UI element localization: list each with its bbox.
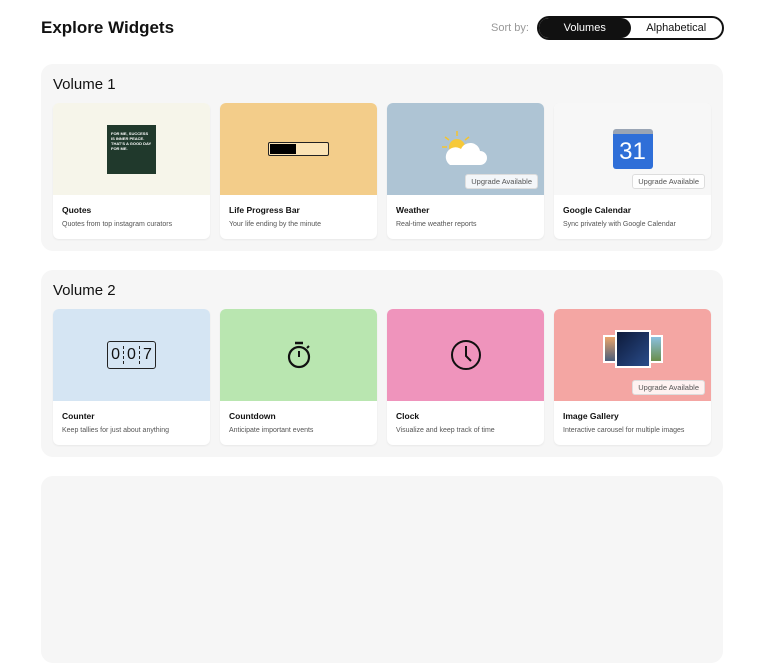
sun-cloud-icon xyxy=(441,131,487,165)
gallery-thumbnail: Upgrade Available xyxy=(554,309,711,401)
upgrade-badge: Upgrade Available xyxy=(465,174,538,189)
stopwatch-icon xyxy=(287,341,310,369)
sort-label: Sort by: xyxy=(491,22,529,34)
widget-card-weather[interactable]: Upgrade Available Weather Real-time weat… xyxy=(387,103,544,239)
widget-desc: Real-time weather reports xyxy=(396,221,477,228)
calendar-icon: 31 xyxy=(612,129,653,169)
widget-card-counter[interactable]: 0 0 7 Counter Keep tallies for just abou… xyxy=(53,309,210,445)
calendar-thumbnail: 31 Upgrade Available xyxy=(554,103,711,195)
counter-icon: 0 0 7 xyxy=(107,341,156,369)
volume-3-section xyxy=(41,476,723,663)
widget-card-life-progress-bar[interactable]: Life Progress Bar Your life ending by th… xyxy=(220,103,377,239)
widget-name: Counter xyxy=(62,411,95,421)
widget-card-quotes[interactable]: FOR ME, SUCCESS IS INNER PEACE. THAT'S A… xyxy=(53,103,210,239)
widget-name: Life Progress Bar xyxy=(229,205,300,215)
clock-thumbnail xyxy=(387,309,544,401)
section-title: Volume 2 xyxy=(53,282,116,299)
volume-1-section: Volume 1 FOR ME, SUCCESS IS INNER PEACE.… xyxy=(41,64,723,251)
counter-thumbnail: 0 0 7 xyxy=(53,309,210,401)
widget-card-countdown[interactable]: Countdown Anticipate important events xyxy=(220,309,377,445)
weather-thumbnail: Upgrade Available xyxy=(387,103,544,195)
widget-desc: Interactive carousel for multiple images xyxy=(563,427,685,434)
section-title: Volume 1 xyxy=(53,76,116,93)
widget-name: Clock xyxy=(396,411,420,421)
gallery-images-icon xyxy=(602,330,663,370)
upgrade-badge: Upgrade Available xyxy=(632,174,705,189)
progress-bar-icon xyxy=(268,142,329,156)
widget-desc: Quotes from top instagram curators xyxy=(62,221,173,228)
widget-name: Countdown xyxy=(229,411,276,421)
widget-card-google-calendar[interactable]: 31 Upgrade Available Google Calendar Syn… xyxy=(554,103,711,239)
widget-name: Google Calendar xyxy=(563,205,632,215)
quotes-thumbnail: FOR ME, SUCCESS IS INNER PEACE. THAT'S A… xyxy=(53,103,210,195)
countdown-thumbnail xyxy=(220,309,377,401)
widget-card-clock[interactable]: Clock Visualize and keep track of time xyxy=(387,309,544,445)
widget-desc: Sync privately with Google Calendar xyxy=(563,221,676,228)
widget-card-image-gallery[interactable]: Upgrade Available Image Gallery Interact… xyxy=(554,309,711,445)
page-title: Explore Widgets xyxy=(41,18,175,37)
quote-image: FOR ME, SUCCESS IS INNER PEACE. THAT'S A… xyxy=(107,124,156,174)
clock-icon xyxy=(450,340,481,370)
sort-volumes-option[interactable]: Volumes xyxy=(539,18,631,38)
widget-desc: Keep tallies for just about anything xyxy=(62,427,170,434)
counter-digit: 0 xyxy=(108,346,125,364)
counter-digit: 0 xyxy=(124,346,140,364)
volume-2-section: Volume 2 0 0 7 Counter Keep tallies for … xyxy=(41,270,723,457)
widget-desc: Your life ending by the minute xyxy=(229,221,321,228)
widget-name: Image Gallery xyxy=(563,411,619,421)
widget-desc: Anticipate important events xyxy=(229,427,314,434)
widget-desc: Visualize and keep track of time xyxy=(396,427,495,434)
widget-name: Quotes xyxy=(62,205,92,215)
sort-toggle: Volumes Alphabetical xyxy=(537,16,724,40)
counter-digit: 7 xyxy=(142,346,152,363)
widget-name: Weather xyxy=(396,205,430,215)
upgrade-badge: Upgrade Available xyxy=(632,380,705,395)
sort-alphabetical-option[interactable]: Alphabetical xyxy=(631,18,723,38)
progress-thumbnail xyxy=(220,103,377,195)
